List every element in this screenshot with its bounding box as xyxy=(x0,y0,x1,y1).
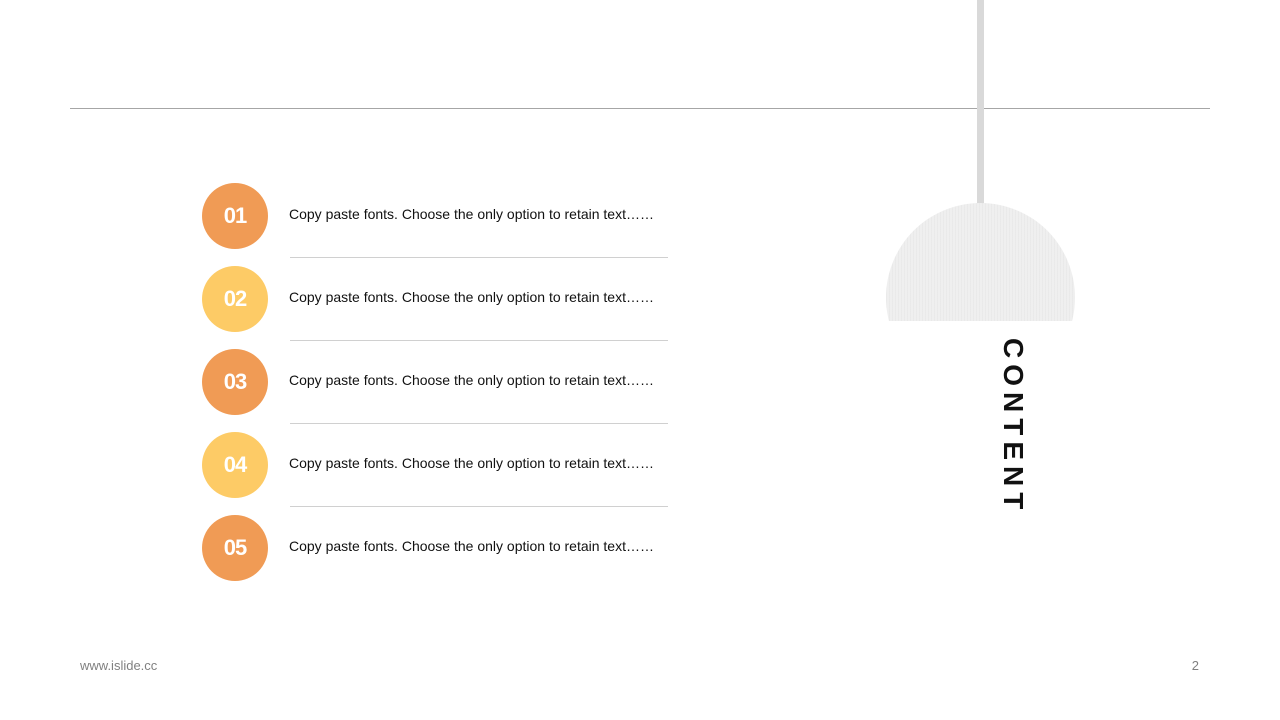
number-badge: 01 xyxy=(202,183,268,249)
page-title: CONTENT xyxy=(998,338,1029,516)
list-item: 03 Copy paste fonts. Choose the only opt… xyxy=(202,349,672,415)
lamp-cord-graphic xyxy=(977,0,984,206)
item-divider xyxy=(290,423,668,424)
item-divider xyxy=(290,257,668,258)
list-item-text: Copy paste fonts. Choose the only option… xyxy=(289,289,654,305)
lamp-shade-graphic xyxy=(886,203,1075,321)
list-item: 04 Copy paste fonts. Choose the only opt… xyxy=(202,432,672,498)
list-item-text: Copy paste fonts. Choose the only option… xyxy=(289,372,654,388)
number-badge: 04 xyxy=(202,432,268,498)
header-divider xyxy=(70,108,1210,109)
number-badge: 03 xyxy=(202,349,268,415)
list-item: 05 Copy paste fonts. Choose the only opt… xyxy=(202,515,672,581)
list-item: 02 Copy paste fonts. Choose the only opt… xyxy=(202,266,672,332)
number-badge: 02 xyxy=(202,266,268,332)
footer-url: www.islide.cc xyxy=(80,658,158,673)
list-item-text: Copy paste fonts. Choose the only option… xyxy=(289,206,654,222)
number-badge: 05 xyxy=(202,515,268,581)
list-item: 01 Copy paste fonts. Choose the only opt… xyxy=(202,183,672,249)
item-divider xyxy=(290,506,668,507)
list-item-text: Copy paste fonts. Choose the only option… xyxy=(289,538,654,554)
page-number: 2 xyxy=(1191,658,1199,673)
item-divider xyxy=(290,340,668,341)
list-item-text: Copy paste fonts. Choose the only option… xyxy=(289,455,654,471)
